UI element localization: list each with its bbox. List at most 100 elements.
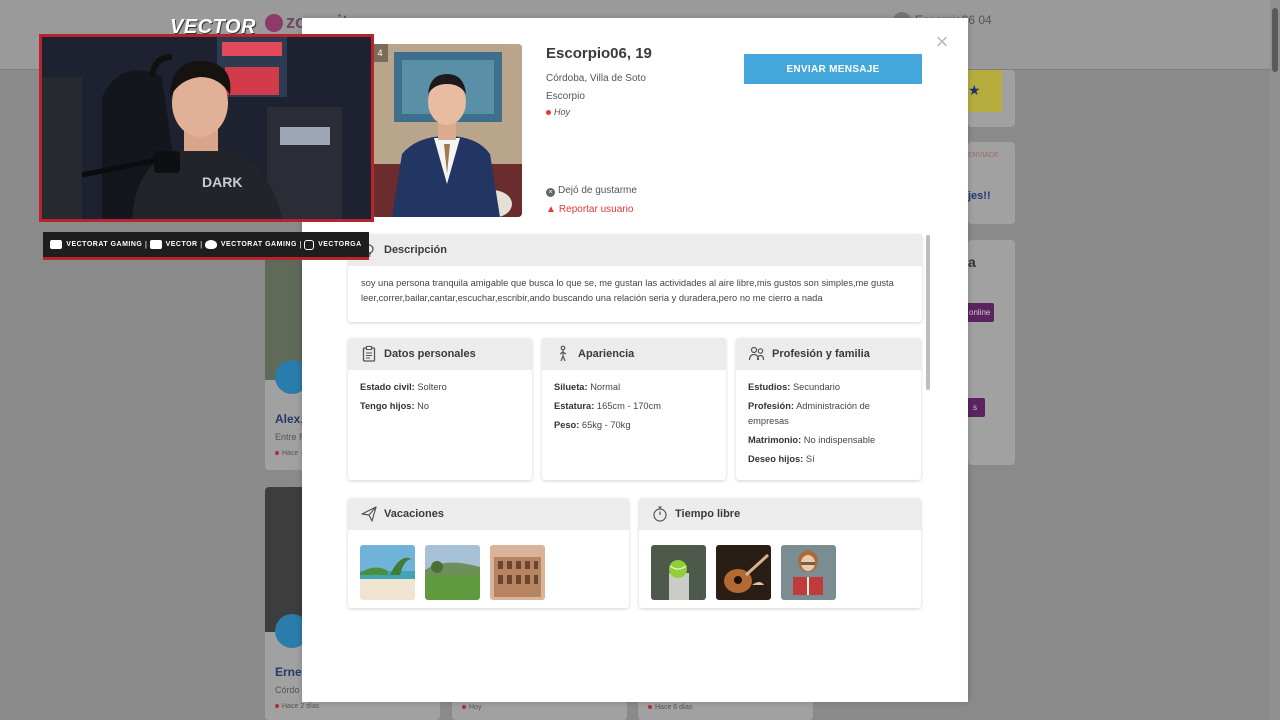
profile-name: Escorpio06, 19 <box>546 45 652 62</box>
webcam-image: DARK <box>42 37 371 219</box>
card-status: Hace 6 días <box>648 704 692 711</box>
sidebar-button[interactable]: s <box>965 398 985 417</box>
field-value: No indispensable <box>803 435 876 445</box>
appearance-header: Apariencia <box>542 338 726 370</box>
field-value: 165cm - 170cm <box>596 401 661 411</box>
promo-box: ★ <box>968 70 1015 127</box>
countryside-photo[interactable] <box>425 545 480 600</box>
personal-data-title: Datos personales <box>384 348 476 360</box>
tennis-ball-image <box>651 545 706 600</box>
send-message-button[interactable]: ENVIAR MENSAJE <box>744 54 922 84</box>
online-button[interactable]: online <box>965 303 995 322</box>
card-location: Córdo <box>275 685 300 695</box>
profession-title: Profesión y familia <box>772 348 870 360</box>
social-twitter: VECTORAT GAMING <box>204 240 297 249</box>
field-value: No <box>417 401 430 411</box>
shirt-text: DARK <box>202 174 242 190</box>
warning-icon: ▲ <box>546 204 556 215</box>
reading-photo[interactable] <box>781 545 836 600</box>
unlike-link[interactable]: × Dejó de gustarme <box>546 185 637 197</box>
page-scrollbar[interactable] <box>1270 0 1280 720</box>
field-value: Soltero <box>417 382 447 392</box>
separator: | <box>299 240 302 249</box>
social-label: VECTORAT GAMING <box>220 241 297 248</box>
field-label: Peso: <box>554 420 580 430</box>
guitar-image <box>716 545 771 600</box>
star-icon: ★ <box>968 82 981 98</box>
modal-scrollbar[interactable] <box>926 235 930 390</box>
field-label: Tengo hijos: <box>360 401 415 411</box>
colosseum-photo[interactable] <box>490 545 545 600</box>
profile-photo[interactable] <box>372 44 522 217</box>
unlike-label: Dejó de gustarme <box>558 185 637 196</box>
photo-count-badge: 4 <box>372 44 388 62</box>
countryside-image <box>425 545 480 600</box>
online-dot-icon <box>546 110 551 116</box>
vacations-title: Vacaciones <box>384 508 444 520</box>
field-value: Normal <box>590 382 621 392</box>
colosseum-image <box>490 545 545 600</box>
report-label: Reportar usuario <box>558 204 634 215</box>
sidebar-box: ENVIADE jes!! <box>968 142 1015 224</box>
instagram-icon <box>304 239 315 250</box>
guitar-photo[interactable] <box>716 545 771 600</box>
card-location: Entre R <box>275 432 306 442</box>
profession-body: Estudios: Secundario Profesión: Administ… <box>736 370 921 480</box>
separator: | <box>144 240 147 249</box>
field-value: Secundario <box>792 382 840 392</box>
close-icon[interactable]: × <box>932 31 952 53</box>
social-label: VECTORGA <box>318 241 362 248</box>
profession-section: Profesión y familia Estudios: Secundario… <box>736 338 921 480</box>
paper-plane-icon <box>361 506 377 522</box>
vacations-section: Vacaciones <box>348 498 629 608</box>
last-online-text: Hoy <box>554 107 571 117</box>
profession-header: Profesión y familia <box>736 338 921 370</box>
card-status: Hace · <box>275 450 303 457</box>
profile-photo-image <box>372 44 522 217</box>
personal-data-header: Datos personales <box>348 338 532 370</box>
report-link[interactable]: ▲ Reportar usuario <box>546 204 633 215</box>
social-bar: VECTORAT GAMING | VECTOR | VECTORAT GAMI… <box>43 232 369 260</box>
vacations-header: Vacaciones <box>348 498 629 530</box>
card-status: Hace 2 días <box>275 703 319 710</box>
field-value: Sí <box>805 454 815 464</box>
vacations-gallery <box>348 530 629 608</box>
social-twitch: VECTOR <box>149 240 198 249</box>
field-row: Tengo hijos: No <box>360 399 520 414</box>
field-row: Estatura: 165cm - 170cm <box>554 399 714 414</box>
sidebar-box: a online s <box>965 240 1015 465</box>
freetime-section: Tiempo libre <box>639 498 921 608</box>
field-row: Matrimonio: No indispensable <box>748 433 909 448</box>
profile-sign: Escorpio <box>546 91 585 102</box>
field-row: Peso: 65kg - 70kg <box>554 418 714 433</box>
field-label: Matrimonio: <box>748 435 802 445</box>
separator: | <box>200 240 203 249</box>
field-label: Estudios: <box>748 382 791 392</box>
field-row: Estado civil: Soltero <box>360 380 520 395</box>
webcam-feed: DARK <box>39 34 374 222</box>
twitter-icon <box>204 240 217 249</box>
card-name[interactable]: Alex, <box>275 412 304 426</box>
twitch-icon <box>149 240 162 249</box>
social-label: VECTORAT GAMING <box>66 241 143 248</box>
youtube-icon <box>50 240 63 249</box>
last-online: Hoy <box>546 107 570 117</box>
remove-icon: × <box>546 188 555 197</box>
appearance-title: Apariencia <box>578 348 635 360</box>
sidebar-link[interactable]: jes!! <box>968 190 991 202</box>
tennis-ball-photo[interactable] <box>651 545 706 600</box>
profile-location: Córdoba, Villa de Soto <box>546 73 646 84</box>
description-header: Descripción <box>348 234 922 266</box>
beach-photo[interactable] <box>360 545 415 600</box>
sidebar-heading: a <box>968 254 976 270</box>
sidebar-small-text: ENVIADE <box>968 152 999 159</box>
description-text: soy una persona tranquila amigable que b… <box>361 278 894 303</box>
field-label: Estatura: <box>554 401 595 411</box>
social-instagram: VECTORGA <box>304 239 362 250</box>
field-row: Profesión: Administración de empresas <box>748 399 909 429</box>
field-row: Silueta: Normal <box>554 380 714 395</box>
scrollbar-thumb[interactable] <box>1272 8 1278 72</box>
field-label: Silueta: <box>554 382 588 392</box>
personal-data-section: Datos personales Estado civil: Soltero T… <box>348 338 532 480</box>
appearance-section: Apariencia Silueta: Normal Estatura: 165… <box>542 338 726 480</box>
